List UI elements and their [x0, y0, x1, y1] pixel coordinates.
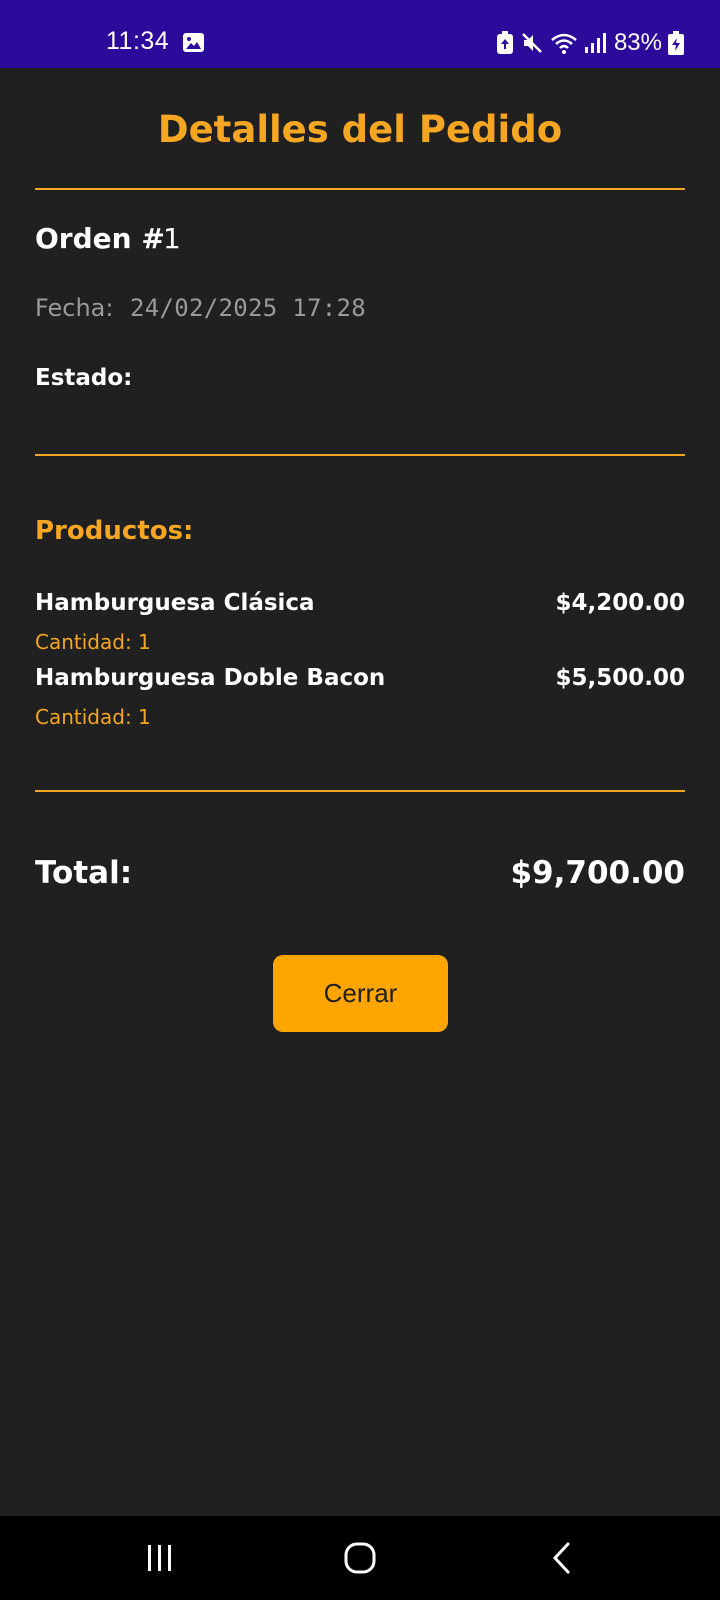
- close-button[interactable]: Cerrar: [273, 955, 448, 1032]
- home-button[interactable]: [300, 1516, 420, 1600]
- signal-icon: [584, 33, 606, 53]
- divider-bottom: [35, 790, 685, 792]
- divider-top: [35, 188, 685, 190]
- recent-apps-button[interactable]: [100, 1516, 220, 1600]
- battery-percentage: 83%: [613, 29, 662, 56]
- home-icon: [344, 1542, 376, 1574]
- date-label: Fecha:: [35, 294, 114, 322]
- divider-middle: [35, 454, 685, 456]
- product-item: Hamburguesa Doble Bacon $5,500.00 Cantid…: [35, 665, 685, 735]
- recent-apps-icon: [148, 1545, 171, 1571]
- order-status-label: Estado:: [35, 365, 133, 391]
- status-bar: 11:34 83%: [0, 0, 720, 68]
- date-value: 24/02/2025 17:28: [130, 294, 366, 322]
- total-value: $9,700.00: [510, 855, 685, 891]
- product-price: $4,200.00: [555, 590, 686, 616]
- battery-saver-icon: [496, 31, 513, 54]
- back-button[interactable]: [502, 1516, 622, 1600]
- product-quantity: Cantidad: 1: [35, 630, 151, 654]
- battery-icon: [668, 31, 684, 55]
- product-quantity: Cantidad: 1: [35, 705, 151, 729]
- status-time: 11:34: [106, 27, 170, 55]
- product-item: Hamburguesa Clásica $4,200.00 Cantidad: …: [35, 590, 685, 660]
- image-icon: [183, 33, 204, 52]
- order-number: 1: [163, 222, 181, 255]
- total-label: Total:: [35, 855, 133, 891]
- mute-icon: [522, 33, 542, 53]
- product-name: Hamburguesa Doble Bacon: [35, 665, 386, 691]
- status-icons: 83%: [496, 27, 684, 59]
- page-title: Detalles del Pedido: [157, 108, 563, 151]
- products-heading: Productos:: [35, 516, 194, 546]
- order-label: Orden #: [35, 222, 165, 255]
- navigation-bar: [0, 1516, 720, 1600]
- product-name: Hamburguesa Clásica: [35, 590, 315, 616]
- product-price: $5,500.00: [555, 665, 686, 691]
- wifi-icon: [551, 33, 577, 54]
- back-icon: [552, 1542, 570, 1574]
